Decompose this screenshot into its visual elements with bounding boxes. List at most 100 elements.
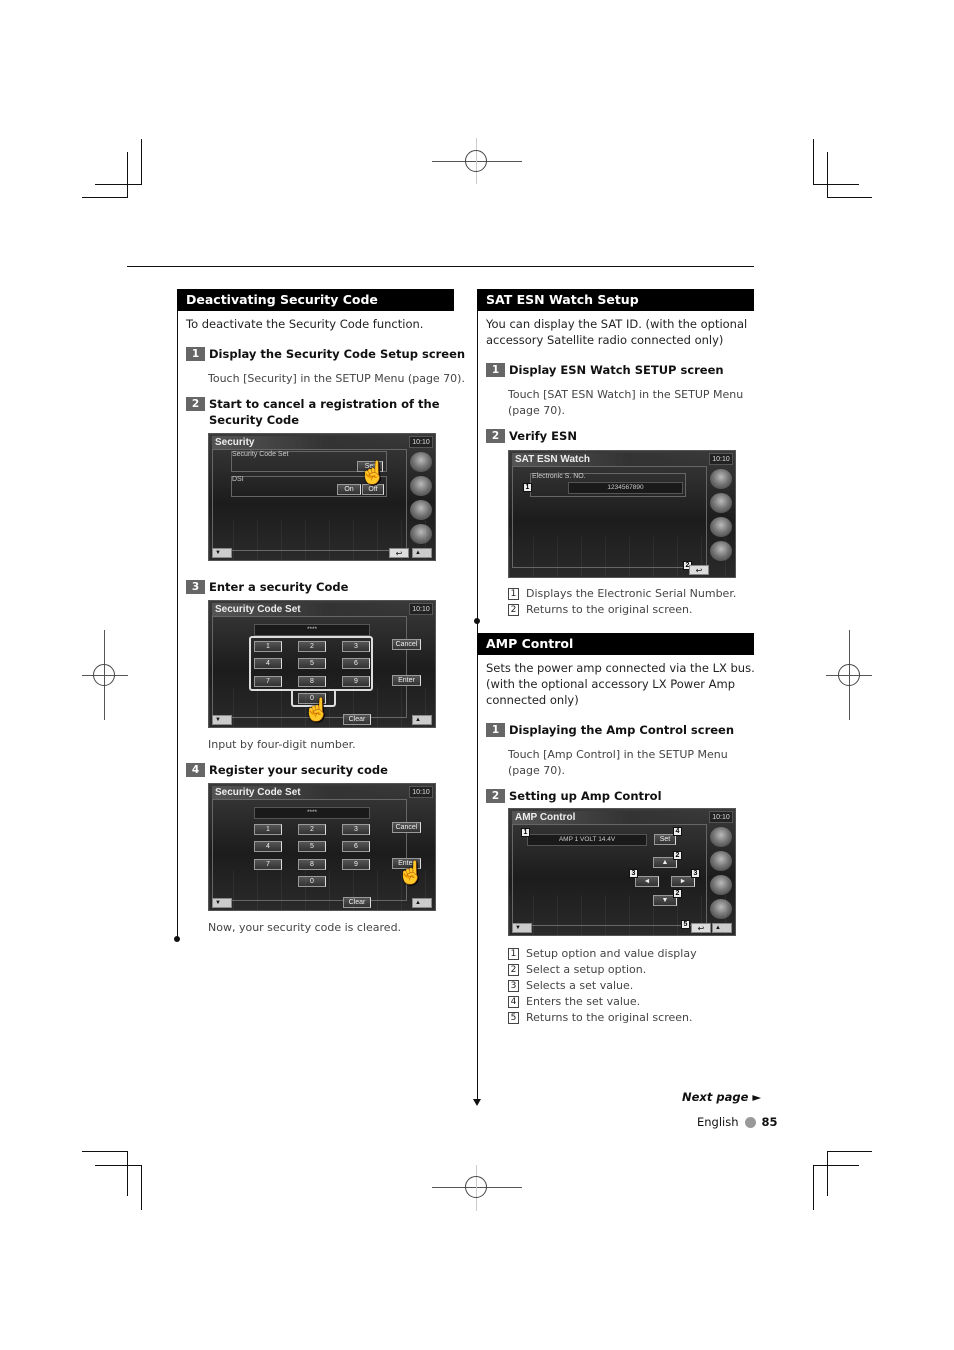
legend-number-box: 2 (508, 964, 519, 976)
sat-intro-line2: accessory Satellite radio connected only… (486, 333, 724, 347)
step-number: 4 (186, 763, 205, 777)
key-4[interactable]: 4 (254, 658, 282, 669)
sat-intro-line1: You can display the SAT ID. (with the op… (486, 317, 748, 331)
cancel-button[interactable]: Cancel (392, 822, 421, 833)
section-header-deactivating-security-code: Deactivating Security Code (177, 289, 454, 311)
legend-text: Displays the Electronic Serial Number. (526, 587, 737, 600)
sat-step-2: 2 Verify ESN (486, 428, 577, 444)
key-2[interactable]: 2 (298, 641, 326, 652)
left-step-1: 1 Display the Security Code Setup screen (186, 346, 465, 362)
legend-number-box: 3 (508, 980, 519, 992)
scroll-down-button[interactable]: ▼ (212, 715, 232, 725)
amp-step-1: 1 Displaying the Amp Control screen (486, 722, 734, 738)
dsi-label: DSI (232, 476, 244, 483)
step-title: Enter a security Code (209, 580, 349, 594)
key-3[interactable]: 3 (342, 641, 370, 652)
step-number: 2 (486, 789, 505, 803)
screen-clock: 10:10 (409, 786, 433, 798)
next-page-link[interactable]: Next page ► (682, 1090, 761, 1104)
menu-icon-grid[interactable] (710, 469, 732, 489)
back-button[interactable]: ↩ (389, 548, 409, 558)
callout-1: 1 (523, 483, 532, 492)
callout-3-left: 3 (629, 869, 638, 878)
desc-line1: Touch [Amp Control] in the SETUP Menu (508, 748, 728, 761)
footer-separator-dot (744, 1116, 756, 1128)
key-9[interactable]: 9 (342, 859, 370, 870)
left-step-3: 3 Enter a security Code (186, 579, 348, 595)
left-step-4: 4 Register your security code (186, 762, 388, 778)
desc-line1: Touch [SAT ESN Watch] in the SETUP Menu (508, 388, 744, 401)
key-6[interactable]: 6 (342, 841, 370, 852)
sat-legend-2: 2 Returns to the original screen. (508, 602, 693, 618)
back-button[interactable]: ↩ (689, 565, 709, 575)
enter-button[interactable]: Enter (392, 675, 421, 686)
screen-title: SAT ESN Watch (512, 453, 707, 466)
screen-title: AMP Control (512, 811, 707, 824)
desc-line2: (page 70). (508, 764, 566, 777)
amp-step-2: 2 Setting up Amp Control (486, 788, 662, 804)
scroll-up-button[interactable]: ▲ (412, 715, 432, 725)
menu-icon-speaker[interactable] (710, 517, 732, 537)
scroll-down-button[interactable]: ▼ (212, 898, 232, 908)
key-3[interactable]: 3 (342, 824, 370, 835)
menu-icon-audio[interactable] (710, 493, 732, 513)
amp-intro-line1: Sets the power amp connected via the LX … (486, 661, 755, 675)
key-7[interactable]: 7 (254, 676, 282, 687)
dsi-off-button[interactable]: Off (362, 484, 384, 495)
screen-title: Security Code Set (212, 786, 407, 799)
scroll-up-button[interactable]: ▲ (712, 923, 732, 933)
screen-clock: 10:10 (709, 453, 733, 465)
legend-text: Setup option and value display (526, 947, 697, 960)
legend-text: Enters the set value. (526, 995, 641, 1008)
step-title-line1: Start to cancel a registration of the (209, 397, 440, 411)
scroll-down-button[interactable]: ▼ (212, 548, 232, 558)
left-step-3-desc: Input by four-digit number. (208, 738, 356, 751)
key-6[interactable]: 6 (342, 658, 370, 669)
code-display: **** (254, 807, 370, 819)
menu-icon-speaker[interactable] (710, 875, 732, 895)
page-footer: English 85 (697, 1115, 778, 1129)
step-title: Displaying the Amp Control screen (509, 723, 735, 737)
key-1[interactable]: 1 (254, 641, 282, 652)
menu-icon-audio[interactable] (410, 476, 432, 496)
menu-icon-audio[interactable] (710, 851, 732, 871)
amp-legend-3: 3 Selects a set value. (508, 978, 633, 994)
callout-3-right: 3 (691, 869, 700, 878)
scroll-up-button[interactable]: ▲ (412, 898, 432, 908)
menu-icon-grid[interactable] (710, 827, 732, 847)
step-title-line2: Security Code (209, 413, 300, 427)
screen-security: Security 10:10 Security Code Set Set DSI… (208, 433, 436, 561)
legend-number-box: 5 (508, 1012, 519, 1024)
right-flow-mid-dot (474, 618, 480, 624)
amp-legend-5: 5 Returns to the original screen. (508, 1010, 693, 1026)
key-8[interactable]: 8 (298, 859, 326, 870)
screen-title: Security Code Set (212, 603, 407, 616)
callout-2-top: 2 (673, 851, 682, 860)
left-arrow-button[interactable]: ◄ (635, 876, 659, 887)
key-5[interactable]: 5 (298, 658, 326, 669)
key-4[interactable]: 4 (254, 841, 282, 852)
callout-1: 1 (521, 828, 530, 837)
key-5[interactable]: 5 (298, 841, 326, 852)
floor-grid (209, 870, 435, 910)
scroll-down-button[interactable]: ▼ (512, 923, 532, 933)
screen-clock: 10:10 (409, 603, 433, 615)
cancel-button[interactable]: Cancel (392, 639, 421, 650)
legend-number-box: 1 (508, 948, 519, 960)
page-number: 85 (761, 1115, 778, 1129)
scroll-up-button[interactable]: ▲ (412, 548, 432, 558)
key-9[interactable]: 9 (342, 676, 370, 687)
key-8[interactable]: 8 (298, 676, 326, 687)
menu-icon-grid[interactable] (410, 452, 432, 472)
key-7[interactable]: 7 (254, 859, 282, 870)
dsi-on-button[interactable]: On (337, 484, 361, 495)
top-rule (127, 266, 754, 267)
step-number: 1 (486, 363, 505, 377)
amp-value-display: AMP 1 VOLT 14.4V (527, 834, 647, 846)
key-2[interactable]: 2 (298, 824, 326, 835)
legend-text: Selects a set value. (526, 979, 634, 992)
back-button[interactable]: ↩ (691, 923, 711, 933)
key-1[interactable]: 1 (254, 824, 282, 835)
menu-icon-speaker[interactable] (410, 500, 432, 520)
floor-grid (209, 687, 435, 727)
